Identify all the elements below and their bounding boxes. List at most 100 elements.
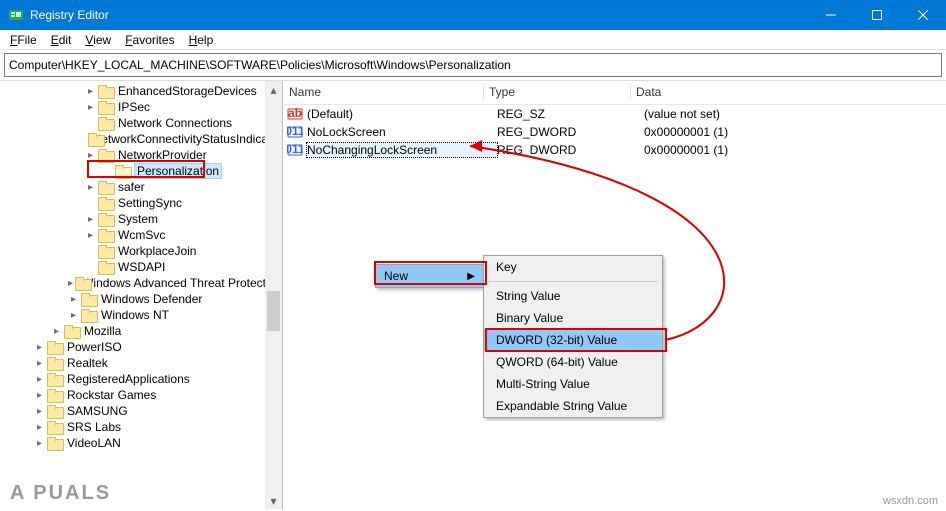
tree-pane: ▸ EnhancedStorageDevices ▸ IPSecNetwork Con…: [0, 81, 283, 509]
expand-icon[interactable]: ▸: [34, 406, 45, 417]
tree-node[interactable]: ▸RegisteredApplications: [0, 371, 282, 387]
col-type[interactable]: Type: [483, 81, 630, 104]
col-data[interactable]: Data: [630, 81, 946, 104]
list-body: ab(Default)REG_SZ(value not set)011 NoLoc…: [283, 105, 946, 159]
expand-icon[interactable]: ▸: [85, 150, 96, 161]
expand-icon[interactable]: ▸: [68, 310, 79, 321]
tree-node[interactable]: WorkplaceJoin: [0, 243, 282, 259]
col-name[interactable]: Name: [283, 81, 483, 104]
address-bar[interactable]: Computer\HKEY_LOCAL_MACHINE\SOFTWARE\Pol…: [4, 53, 942, 77]
tree-node[interactable]: ▸ Windows Advanced Threat Protection: [0, 275, 282, 291]
tree-node[interactable]: ▸PowerISO: [0, 339, 282, 355]
tree-node[interactable]: ▸ NetworkProvider: [0, 147, 282, 163]
expand-icon[interactable]: ▸: [68, 294, 79, 305]
tree-label: SRS Labs: [67, 420, 121, 434]
ctx-expandstring[interactable]: Expandable String Value: [484, 395, 662, 417]
expand-icon[interactable]: ▸: [85, 86, 96, 97]
tree-node[interactable]: ▸ Realtek: [0, 355, 282, 371]
row-data: 0x00000001 (1): [644, 143, 946, 157]
row-type: REG_SZ: [497, 107, 644, 121]
expand-icon[interactable]: ▸: [68, 278, 73, 289]
context-new: New ▶: [375, 264, 484, 288]
scroll-thumb[interactable]: [267, 291, 280, 331]
row-name: NoLockScreen: [307, 125, 497, 139]
menu-help[interactable]: Help: [183, 31, 220, 49]
tree-label: SettingSync: [118, 196, 182, 210]
ctx-key[interactable]: Key: [484, 256, 662, 278]
menu-file[interactable]: FFile: [4, 31, 43, 49]
menu-favorites[interactable]: Favorites: [119, 31, 180, 49]
ctx-qword[interactable]: QWORD (64-bit) Value: [484, 351, 662, 373]
expand-icon[interactable]: ▸: [34, 422, 45, 433]
tree-label: NetworkProvider: [118, 148, 207, 162]
close-button[interactable]: [900, 0, 946, 30]
expand-icon[interactable]: ▸: [34, 358, 45, 369]
folder-icon: [47, 437, 63, 450]
expand-icon[interactable]: ▸: [85, 102, 96, 113]
row-type: REG_DWORD: [497, 125, 644, 139]
menu-edit[interactable]: Edit: [45, 31, 78, 49]
folder-icon: [98, 229, 114, 242]
folder-icon: [47, 421, 63, 434]
expand-icon[interactable]: ▸: [85, 230, 96, 241]
context-new-label: New: [384, 269, 408, 283]
context-new-item[interactable]: New ▶: [376, 265, 483, 287]
tree-node[interactable]: Network Connections: [0, 115, 282, 131]
folder-icon: [47, 373, 63, 386]
scroll-up-icon[interactable]: ▴: [265, 81, 282, 98]
list-header: Name Type Data: [283, 81, 946, 105]
maximize-button[interactable]: [854, 0, 900, 30]
ctx-multistring[interactable]: Multi-String Value: [484, 373, 662, 395]
tree-node[interactable]: ▸Windows NT: [0, 307, 282, 323]
tree-node[interactable]: Personalization: [0, 163, 282, 179]
tree-node[interactable]: ▸ Mozilla: [0, 323, 282, 339]
row-type: REG_DWORD: [497, 143, 644, 157]
binary-value-icon: 011: [287, 124, 303, 140]
expand-icon[interactable]: ▸: [34, 374, 45, 385]
tree-node[interactable]: ▸Rockstar Games: [0, 387, 282, 403]
separator: [488, 281, 658, 282]
expand-icon[interactable]: ▸: [85, 214, 96, 225]
tree-node[interactable]: ▸WcmSvc: [0, 227, 282, 243]
tree-node[interactable]: ▸ IPSec: [0, 99, 282, 115]
tree-label: Mozilla: [84, 324, 121, 338]
tree-label: EnhancedStorageDevices: [118, 84, 257, 98]
folder-icon: [88, 133, 89, 146]
expand-icon[interactable]: ▸: [85, 182, 96, 193]
expand-icon[interactable]: ▸: [34, 342, 45, 353]
tree-node[interactable]: ▸VideoLAN: [0, 435, 282, 451]
list-row[interactable]: 011NoLockScreenREG_DWORD0x00000001 (1): [283, 123, 946, 141]
expand-icon[interactable]: ▸: [51, 326, 62, 337]
menu-view[interactable]: View: [79, 31, 117, 49]
tree-label: IPSec: [118, 100, 150, 114]
tree-node[interactable]: ▸Windows Defender: [0, 291, 282, 307]
tree-node[interactable]: WSDAPI: [0, 259, 282, 275]
context-flyout: Key String Value Binary Value DWORD (32-…: [483, 255, 663, 418]
tree-node[interactable]: SettingSync: [0, 195, 282, 211]
title-bar: Registry Editor: [0, 0, 946, 30]
folder-icon: [98, 197, 114, 210]
tree-node[interactable]: ▸ EnhancedStorageDevices: [0, 83, 282, 99]
tree-node[interactable]: ▸SAMSUNG: [0, 403, 282, 419]
expand-icon[interactable]: ▸: [34, 438, 45, 449]
tree-label: Windows Advanced Threat Protection: [82, 276, 282, 290]
scroll-down-icon[interactable]: ▾: [265, 492, 282, 509]
registry-tree[interactable]: ▸ EnhancedStorageDevices ▸ IPSecNetwork Con…: [0, 81, 282, 453]
folder-icon: [47, 389, 63, 402]
ctx-string[interactable]: String Value: [484, 285, 662, 307]
expand-icon[interactable]: ▸: [34, 390, 45, 401]
tree-node[interactable]: ▸ SRS Labs: [0, 419, 282, 435]
minimize-button[interactable]: [808, 0, 854, 30]
window-buttons: [808, 0, 946, 30]
ctx-dword[interactable]: DWORD (32-bit) Value: [484, 329, 662, 351]
tree-node[interactable]: ▸System: [0, 211, 282, 227]
tree-node[interactable]: NetworkConnectivityStatusIndicator: [0, 131, 282, 147]
tree-node[interactable]: ▸safer: [0, 179, 282, 195]
window-title: Registry Editor: [30, 8, 808, 22]
ctx-binary[interactable]: Binary Value: [484, 307, 662, 329]
list-row[interactable]: ab(Default)REG_SZ(value not set): [283, 105, 946, 123]
string-value-icon: ab: [287, 106, 303, 122]
tree-scrollbar[interactable]: ▴ ▾: [265, 81, 282, 509]
tree-label: Realtek: [67, 356, 108, 370]
list-row[interactable]: 011NoChangingLockScreenREG_DWORD0x000000…: [283, 141, 946, 159]
